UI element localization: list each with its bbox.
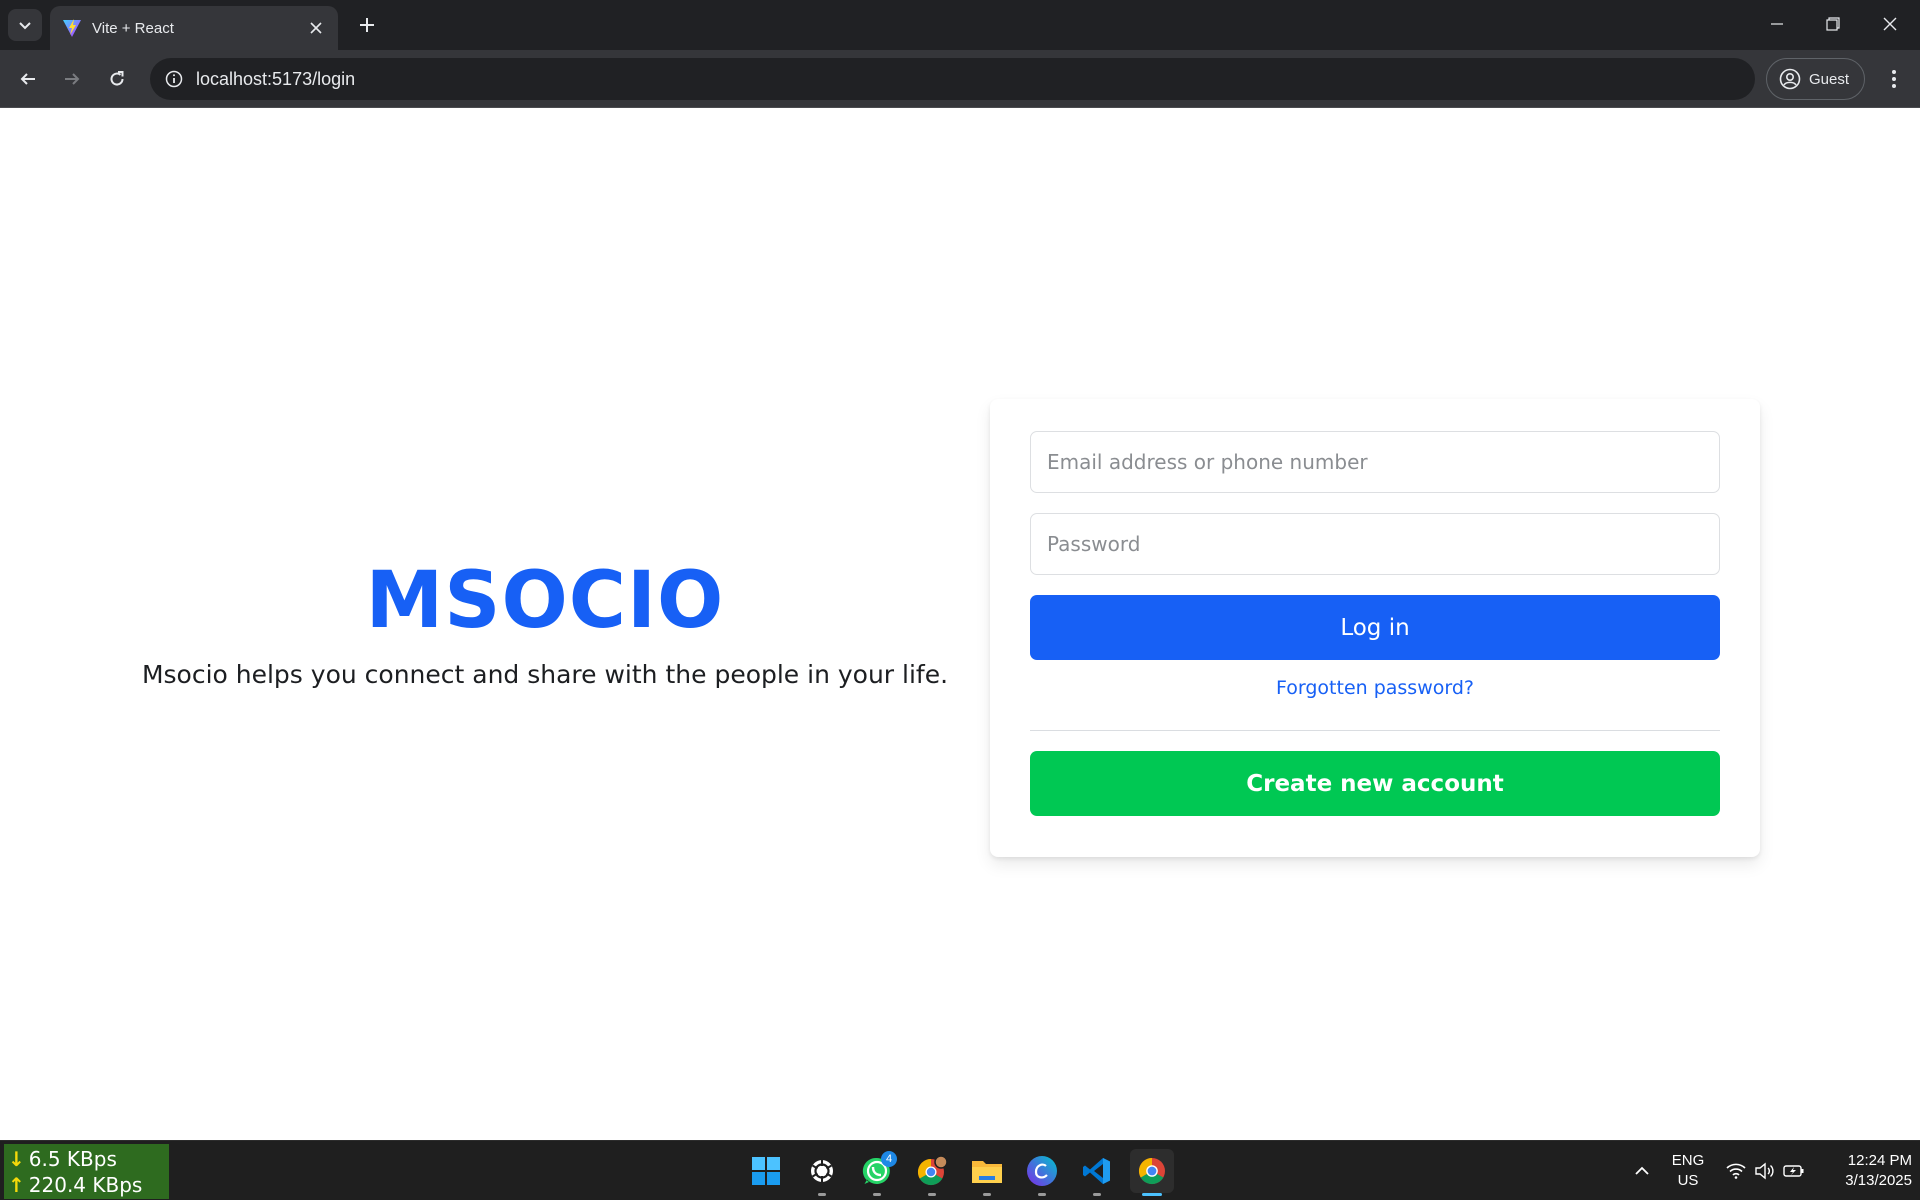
brand-tagline: Msocio helps you connect and share with … bbox=[141, 660, 949, 689]
vite-favicon-icon bbox=[63, 19, 81, 37]
canva-icon bbox=[1027, 1156, 1057, 1186]
profile-label: Guest bbox=[1809, 70, 1850, 88]
clock-date: 3/13/2025 bbox=[1845, 1172, 1912, 1189]
password-field[interactable] bbox=[1030, 513, 1720, 575]
create-account-button[interactable]: Create new account bbox=[1030, 751, 1720, 816]
login-card: Log in Forgotten password? Create new ac… bbox=[990, 399, 1760, 857]
taskbar-chatgpt[interactable] bbox=[800, 1149, 844, 1196]
new-tab-button[interactable] bbox=[352, 10, 382, 40]
browser-toolbar: localhost:5173/login Guest bbox=[0, 50, 1920, 108]
taskbar-chrome[interactable] bbox=[1130, 1149, 1174, 1196]
running-indicator bbox=[1093, 1193, 1101, 1196]
taskbar-vscode[interactable] bbox=[1075, 1149, 1119, 1196]
running-indicator bbox=[873, 1193, 881, 1196]
taskbar-canva[interactable] bbox=[1020, 1149, 1064, 1196]
back-button[interactable] bbox=[12, 63, 44, 95]
net-down-speed: 6.5 KBps bbox=[28, 1147, 117, 1171]
language-code: ENG bbox=[1671, 1152, 1705, 1169]
more-vertical-icon bbox=[1892, 70, 1896, 88]
taskbar-whatsapp[interactable]: 4 bbox=[855, 1149, 899, 1196]
browser-tab[interactable]: Vite + React bbox=[50, 6, 338, 50]
forward-button[interactable] bbox=[56, 63, 88, 95]
brand-section: MSOCIO Msocio helps you connect and shar… bbox=[0, 556, 1090, 689]
running-indicator bbox=[928, 1193, 936, 1196]
battery-charging-icon bbox=[1783, 1165, 1804, 1177]
download-arrow-icon: ↓ bbox=[8, 1147, 25, 1171]
notification-badge: 4 bbox=[881, 1151, 897, 1167]
show-hidden-icons-button[interactable] bbox=[1620, 1149, 1664, 1193]
network-monitor-widget: ↓ 6.5 KBps ↑ 220.4 KBps bbox=[4, 1144, 169, 1199]
vscode-icon bbox=[1083, 1158, 1110, 1184]
windows-taskbar: ↓ 6.5 KBps ↑ 220.4 KBps 4 ENG US 12:24 P… bbox=[0, 1140, 1920, 1200]
wifi-status[interactable] bbox=[1722, 1149, 1750, 1193]
reload-icon bbox=[110, 71, 124, 86]
page-viewport: MSOCIO Msocio helps you connect and shar… bbox=[0, 109, 1920, 1140]
battery-status[interactable] bbox=[1780, 1149, 1808, 1193]
url-text: localhost:5173/login bbox=[196, 68, 356, 89]
input-language-indicator[interactable]: ENG US bbox=[1665, 1151, 1711, 1191]
start-button[interactable] bbox=[744, 1149, 788, 1193]
chatgpt-icon bbox=[811, 1160, 833, 1182]
wifi-icon bbox=[1726, 1163, 1746, 1179]
restore-button[interactable] bbox=[1813, 8, 1853, 40]
active-indicator bbox=[1142, 1193, 1162, 1196]
login-button[interactable]: Log in bbox=[1030, 595, 1720, 660]
address-bar[interactable]: localhost:5173/login bbox=[150, 58, 1755, 100]
taskbar-file-explorer[interactable] bbox=[965, 1149, 1009, 1196]
reload-button[interactable] bbox=[101, 63, 133, 95]
net-up-speed: 220.4 KBps bbox=[28, 1173, 143, 1197]
running-indicator bbox=[1038, 1193, 1046, 1196]
close-icon bbox=[1883, 17, 1897, 31]
speaker-icon bbox=[1755, 1162, 1774, 1180]
chrome-icon bbox=[1138, 1157, 1165, 1185]
browser-tab-bar: Vite + React bbox=[0, 0, 1920, 50]
site-info-icon[interactable] bbox=[162, 67, 186, 91]
close-window-button[interactable] bbox=[1870, 8, 1910, 40]
arrow-right-icon bbox=[65, 73, 80, 85]
language-region: US bbox=[1677, 1172, 1699, 1189]
forgot-password-link[interactable]: Forgotten password? bbox=[1030, 677, 1720, 699]
tab-search-button[interactable] bbox=[8, 9, 42, 41]
minimize-icon bbox=[1771, 23, 1783, 25]
file-explorer-icon bbox=[972, 1161, 1002, 1183]
guest-profile-icon bbox=[1779, 68, 1801, 90]
email-field[interactable] bbox=[1030, 431, 1720, 493]
arrow-left-icon bbox=[20, 73, 35, 85]
restore-icon bbox=[1826, 17, 1840, 31]
card-divider bbox=[1030, 730, 1720, 731]
brand-logo-text: MSOCIO bbox=[365, 556, 725, 646]
tab-close-icon[interactable] bbox=[306, 18, 326, 38]
tab-title: Vite + React bbox=[92, 19, 174, 37]
chevron-up-icon bbox=[1635, 1166, 1649, 1175]
running-indicator bbox=[818, 1193, 826, 1196]
volume-status[interactable] bbox=[1751, 1149, 1779, 1193]
profile-button[interactable]: Guest bbox=[1766, 58, 1865, 100]
running-indicator bbox=[983, 1193, 991, 1196]
plus-icon bbox=[360, 18, 374, 32]
clock-time: 12:24 PM bbox=[1847, 1152, 1912, 1169]
chevron-down-icon bbox=[19, 22, 31, 30]
clock[interactable]: 12:24 PM 3/13/2025 bbox=[1812, 1151, 1912, 1191]
upload-arrow-icon: ↑ bbox=[8, 1173, 25, 1197]
browser-menu-button[interactable] bbox=[1878, 63, 1910, 95]
chrome-profile-icon bbox=[917, 1155, 948, 1186]
windows-start-icon bbox=[752, 1157, 780, 1185]
taskbar-chrome-profile[interactable] bbox=[910, 1149, 954, 1196]
minimize-button[interactable] bbox=[1757, 8, 1797, 40]
